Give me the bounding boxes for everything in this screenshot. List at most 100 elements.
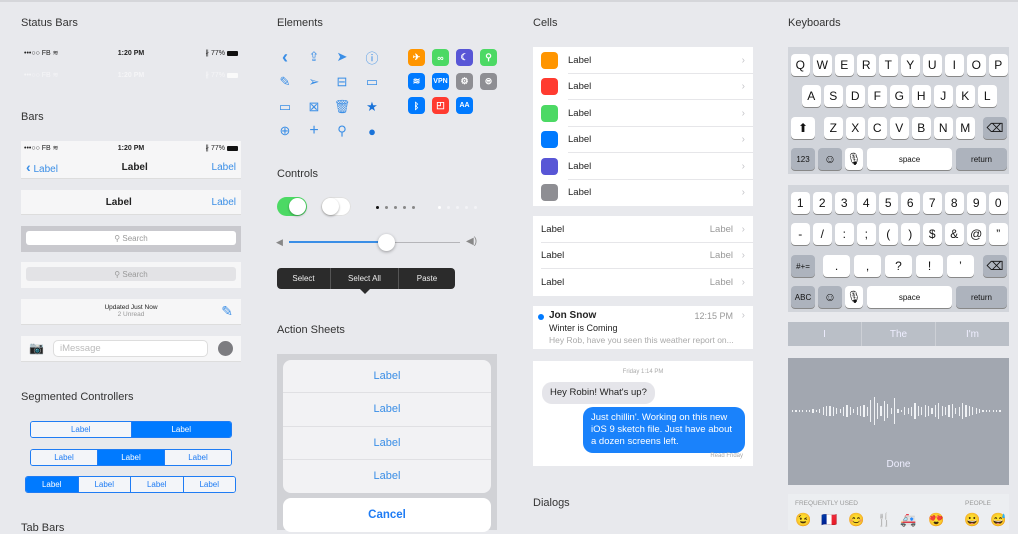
toggle-on[interactable] [277, 197, 307, 216]
action-sheet-item[interactable]: Label [283, 393, 491, 427]
menu-select-all[interactable]: Select All [331, 268, 399, 289]
segment[interactable]: Label [131, 477, 184, 492]
mail-cell[interactable]: Jon Snow 12:15 PM › Winter is Coming Hey… [533, 306, 753, 349]
key-4[interactable]: 5 [879, 192, 898, 214]
menu-paste[interactable]: Paste [399, 268, 455, 289]
menu-select[interactable]: Select [277, 268, 331, 289]
key-y[interactable]: Y [901, 54, 920, 76]
table-row[interactable]: Label › [533, 47, 753, 74]
share-icon[interactable]: ⇪ [306, 49, 322, 65]
key-a[interactable]: A [802, 85, 821, 107]
compose-icon[interactable]: ✎ [221, 303, 233, 320]
key-symbol[interactable]: / [813, 223, 832, 245]
key-j[interactable]: J [934, 85, 953, 107]
page-dot[interactable] [465, 206, 468, 209]
emoji-key[interactable]: ☺ [818, 148, 842, 170]
emoji-key[interactable]: 🇫🇷 [821, 512, 837, 528]
search-icon[interactable]: ⚲ [334, 123, 350, 139]
key-k[interactable]: K [956, 85, 975, 107]
table-row[interactable]: Label › [533, 74, 753, 100]
vpn-icon[interactable]: VPN [432, 73, 449, 90]
space-key[interactable]: space [867, 286, 952, 308]
key-9[interactable]: 0 [989, 192, 1008, 214]
search-input[interactable]: ⚲ Search [26, 231, 236, 245]
key-symbol[interactable]: ( [879, 223, 898, 245]
numbers-key[interactable]: 123 [791, 148, 815, 170]
bluetooth-settings-icon[interactable]: ᛒ [408, 97, 425, 114]
suggestion[interactable]: The [862, 322, 936, 346]
key-punct[interactable]: ? [885, 255, 912, 277]
key-7[interactable]: 8 [945, 192, 964, 214]
key-0[interactable]: 1 [791, 192, 810, 214]
do-not-disturb-icon[interactable]: ☾ [456, 49, 473, 66]
page-dot[interactable] [403, 206, 406, 209]
key-f[interactable]: F [868, 85, 887, 107]
key-symbol[interactable]: ; [857, 223, 876, 245]
key-1[interactable]: 2 [813, 192, 832, 214]
page-dot[interactable] [385, 206, 388, 209]
back-chevron-icon[interactable]: ‹ [277, 47, 293, 67]
space-key[interactable]: space [867, 148, 952, 170]
key-c[interactable]: C [868, 117, 887, 139]
symbols-key[interactable]: #+= [791, 255, 815, 277]
key-t[interactable]: T [879, 54, 898, 76]
trash-icon[interactable]: 🗑 [334, 99, 351, 115]
table-row[interactable]: Label Label › [533, 269, 753, 296]
key-b[interactable]: B [912, 117, 931, 139]
add-circle-icon[interactable]: ⊕ [277, 123, 293, 139]
key-v[interactable]: V [890, 117, 909, 139]
key-e[interactable]: E [835, 54, 854, 76]
key-punct[interactable]: , [854, 255, 881, 277]
key-d[interactable]: D [846, 85, 865, 107]
personal-hotspot-icon[interactable]: ∞ [432, 49, 449, 66]
display-brightness-icon[interactable]: AA [456, 97, 473, 114]
segment-selected[interactable]: Label [98, 450, 165, 465]
emoji-key[interactable]: 😀 [964, 512, 980, 528]
shift-key[interactable]: ⬆ [791, 117, 815, 139]
table-row[interactable]: Label Label › [533, 216, 753, 243]
key-symbol[interactable]: ) [901, 223, 920, 245]
back-button[interactable]: ‹ Label [26, 159, 58, 175]
emoji-key[interactable]: ☺ [818, 286, 842, 308]
key-symbol[interactable]: $ [923, 223, 942, 245]
key-x[interactable]: X [846, 117, 865, 139]
compose-icon[interactable]: ✎ [277, 74, 293, 90]
key-z[interactable]: Z [824, 117, 843, 139]
return-key[interactable]: return [956, 148, 1007, 170]
dictation-key[interactable]: 🎙 [845, 148, 863, 170]
cellular-icon[interactable]: ⚲ [480, 49, 497, 66]
key-8[interactable]: 9 [967, 192, 986, 214]
control-center-icon[interactable]: ⊜ [480, 73, 497, 90]
page-dot[interactable] [438, 206, 441, 209]
letters-key[interactable]: ABC [791, 286, 815, 308]
slider-thumb[interactable] [378, 234, 396, 251]
toggle-off[interactable] [321, 197, 351, 216]
emoji-key[interactable]: 😉 [795, 512, 811, 528]
delete-key[interactable]: ⌫ [983, 255, 1007, 277]
action-sheet-cancel[interactable]: Cancel [283, 498, 491, 532]
key-h[interactable]: H [912, 85, 931, 107]
wifi-settings-icon[interactable]: ≋ [408, 73, 425, 90]
key-6[interactable]: 7 [923, 192, 942, 214]
key-symbol[interactable]: & [945, 223, 964, 245]
page-dot[interactable] [474, 206, 477, 209]
segment-selected[interactable]: Label [131, 422, 231, 437]
key-2[interactable]: 3 [835, 192, 854, 214]
key-s[interactable]: S [824, 85, 843, 107]
key-n[interactable]: N [934, 117, 953, 139]
key-l[interactable]: L [978, 85, 997, 107]
action-sheet-item[interactable]: Label [283, 427, 491, 460]
page-dot[interactable] [447, 206, 450, 209]
key-p[interactable]: P [989, 54, 1008, 76]
inbox-icon[interactable]: ⊟ [334, 74, 350, 90]
emoji-key[interactable]: 😊 [848, 512, 864, 528]
key-symbol[interactable]: @ [967, 223, 986, 245]
suggestion[interactable]: I [788, 322, 862, 346]
page-dot[interactable] [412, 206, 415, 209]
plus-icon[interactable]: + [306, 122, 322, 139]
table-row[interactable]: Label › [533, 180, 753, 207]
junk-icon[interactable]: ⊠ [306, 99, 322, 115]
table-row[interactable]: Label › [533, 127, 753, 153]
archive-icon[interactable]: ▭ [364, 74, 380, 90]
key-u[interactable]: U [923, 54, 942, 76]
